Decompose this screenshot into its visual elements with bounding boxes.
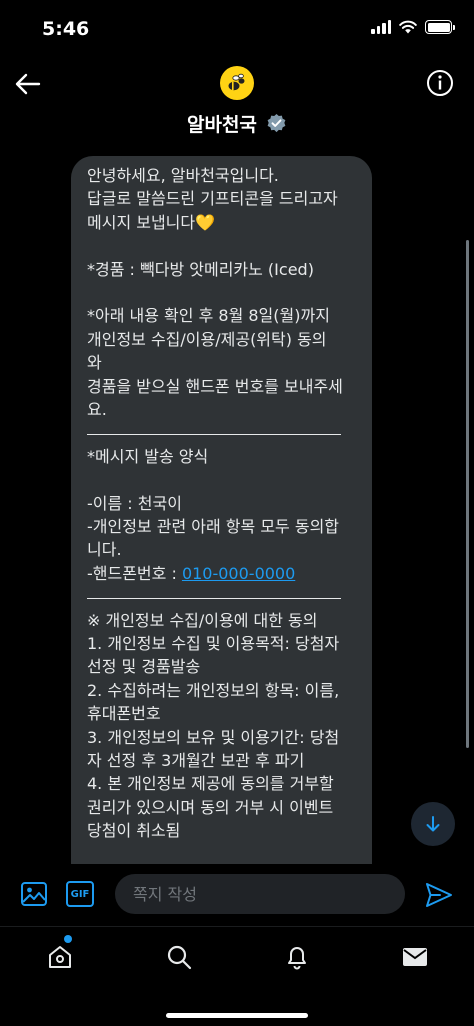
message-line: 안녕하세요, 알바천국입니다. [87, 166, 279, 185]
verified-badge-icon [267, 113, 286, 133]
message-line: 경품을 받으실 핸드폰 번호를 보내주세 [87, 376, 343, 396]
add-image-button[interactable] [20, 880, 48, 908]
tab-messages[interactable] [395, 939, 435, 975]
status-bar: 5:46 [0, 0, 474, 62]
message-composer: GIF [0, 864, 474, 926]
message-line: 권리가 있으시며 동의 거부 시 이벤트 [87, 797, 334, 817]
message-line: 메시지 보냅니다💛 [87, 212, 216, 232]
tab-notifications[interactable] [277, 939, 317, 975]
wifi-icon [399, 20, 417, 34]
cellular-signal-icon [371, 20, 391, 34]
message-line: 2. 수집하려는 개인정보의 항목: 이름, [87, 680, 340, 700]
tab-search[interactable] [159, 939, 199, 975]
separator-line [87, 585, 358, 608]
message-line: -핸드폰번호 : 010-000-0000 [87, 562, 358, 585]
info-icon [427, 70, 453, 96]
message-line: 4. 본 개인정보 제공에 동의를 거부할 [87, 774, 334, 794]
conversation-header: 알바천국 [0, 62, 474, 148]
tab-home[interactable] [40, 939, 80, 975]
status-time: 5:46 [42, 18, 90, 40]
conversation-title[interactable]: 알바천국 [0, 110, 474, 137]
message-line: 와 [87, 353, 102, 373]
home-notification-dot [64, 935, 72, 943]
message-line: *경품 : 빽다방 앗메리카노 (Iced) [87, 259, 314, 279]
message-line: 선정 및 경품발송 [87, 657, 201, 677]
message-line: 요. [87, 400, 107, 420]
message-line: 1. 개인정보 수집 및 이용목적: 당첨자 [87, 634, 340, 654]
message-text: -핸드폰번호 : [87, 563, 182, 583]
add-gif-button[interactable]: GIF [66, 881, 94, 907]
send-button[interactable] [424, 880, 454, 910]
bell-icon [288, 947, 306, 970]
separator-line [87, 421, 358, 444]
bee-logo-icon [228, 73, 245, 91]
message-line: 답글로 말씀드린 기프티콘을 드리고자 [87, 189, 338, 209]
message-bubble[interactable]: 안녕하세요, 알바천국입니다. 답글로 말씀드린 기프티콘을 드리고자메시지 보냅… [71, 156, 372, 886]
message-line: 당첨이 취소됨 [87, 821, 181, 841]
message-line: 3. 개인정보의 보유 및 이용기간: 당첨 [87, 727, 340, 747]
image-icon [21, 882, 47, 906]
dm-conversation-screen: 5:46 알바천국 안녕하세요, 알바천국입니다. 답글로 말씀드린 기프티콘을… [0, 0, 474, 1026]
message-line: 자 선정 후 3개월간 보관 후 파기 [87, 751, 305, 771]
back-arrow-icon [15, 73, 41, 95]
message-input[interactable] [115, 874, 405, 914]
home-indicator [166, 1013, 308, 1018]
message-line: -개인정보 관련 아래 항목 모두 동의합 [87, 517, 340, 537]
message-line: 니다. [87, 540, 122, 560]
home-icon [49, 946, 71, 968]
message-line: 휴대폰번호 [87, 704, 161, 724]
conversation-info-button[interactable] [426, 69, 454, 97]
message-line: *아래 내용 확인 후 8월 8일(월)까지 [87, 306, 330, 326]
message-line: ※ 개인정보 수집/이용에 대한 동의 [87, 610, 318, 630]
scroll-to-bottom-button[interactable] [411, 802, 455, 846]
back-button[interactable] [10, 66, 46, 102]
status-icons [371, 20, 455, 34]
account-name: 알바천국 [186, 114, 257, 136]
message-line: 개인정보 수집/이용/제공(위탁) 동의 [87, 329, 327, 349]
search-icon [167, 945, 192, 970]
mail-icon [403, 948, 427, 966]
message-line: -이름 : 천국이 [87, 493, 182, 513]
bottom-tab-bar [0, 926, 474, 1026]
battery-icon [425, 20, 455, 34]
send-icon [426, 883, 452, 907]
phone-number-link[interactable]: 010-000-0000 [182, 564, 295, 583]
arrow-down-icon [426, 816, 440, 832]
scrollbar[interactable] [466, 240, 469, 748]
message-line: *메시지 발송 양식 [87, 446, 209, 466]
avatar[interactable] [220, 66, 254, 100]
